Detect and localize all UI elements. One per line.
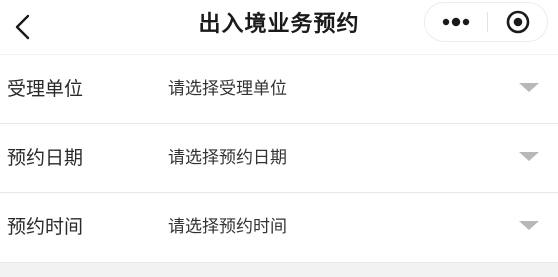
more-dots-icon	[442, 17, 470, 27]
dropdown-arrow-icon[interactable]	[519, 152, 539, 161]
more-button[interactable]	[425, 3, 487, 41]
form-row-date[interactable]: 预约日期 请选择预约日期	[0, 124, 558, 193]
date-label: 预约日期	[7, 147, 84, 169]
office-picker[interactable]: 请选择受理单位	[168, 55, 287, 123]
date-picker[interactable]: 请选择预约日期	[168, 124, 287, 192]
dropdown-arrow-icon[interactable]	[519, 221, 539, 230]
target-circle-icon	[506, 10, 530, 34]
appointment-form: 受理单位 请选择受理单位 预约日期 请选择预约日期 预约时间 请选择预约时间	[0, 55, 558, 263]
form-row-time[interactable]: 预约时间 请选择预约时间	[0, 193, 558, 263]
navigation-bar: 出入境业务预约	[0, 0, 558, 54]
mini-program-capsule	[424, 2, 548, 42]
time-picker[interactable]: 请选择预约时间	[168, 193, 287, 261]
time-label: 预约时间	[7, 216, 84, 238]
form-row-office[interactable]: 受理单位 请选择受理单位	[0, 55, 558, 124]
office-label: 受理单位	[7, 78, 84, 100]
dropdown-arrow-icon[interactable]	[519, 83, 539, 92]
close-button[interactable]	[488, 3, 548, 41]
